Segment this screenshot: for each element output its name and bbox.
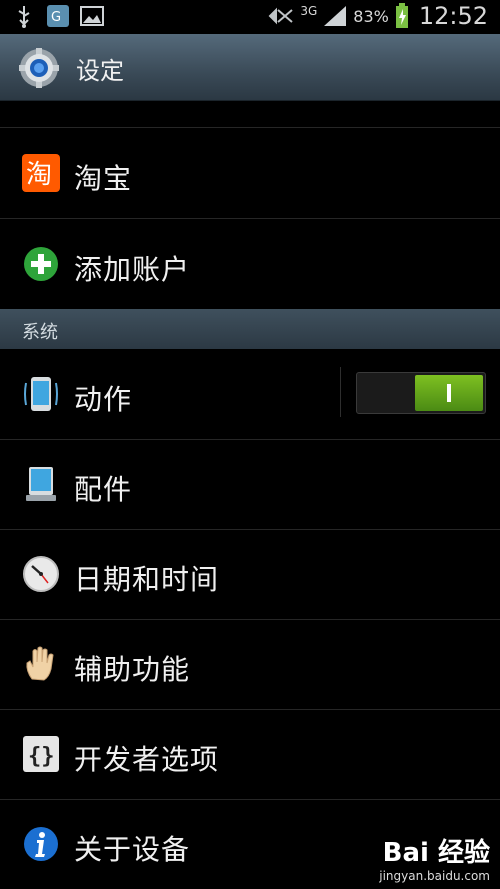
list-item-label: 关于设备 (74, 833, 191, 866)
clock-icon (23, 556, 59, 592)
accessory-icon (26, 467, 56, 501)
baidu-watermark: Bai 经验 jingyan.baidu.com (379, 832, 490, 883)
list-item-label: 配件 (74, 473, 133, 506)
list-item-label: 开发者选项 (74, 743, 220, 776)
motion-toggle[interactable] (356, 372, 486, 414)
title-bar: 设定 (0, 34, 500, 101)
toggle-divider (340, 367, 341, 417)
taobao-icon: 淘 (22, 154, 60, 192)
status-bar: G 3G 83% 12:52 (0, 0, 500, 34)
list-item-motion[interactable]: 动作 (0, 349, 500, 440)
network-type: 3G (300, 4, 318, 18)
braces-icon: {} (23, 736, 59, 772)
svg-text:淘: 淘 (26, 160, 52, 190)
system-status: 3G 83% 12:52 (268, 2, 488, 30)
list-item-label: 日期和时间 (74, 563, 220, 596)
usb-icon (12, 4, 36, 28)
spacer-row (0, 101, 500, 128)
toggle-knob-on (415, 375, 483, 411)
section-header-system: 系统 (0, 309, 500, 349)
phone-motion-icon (24, 377, 58, 411)
list-item-label: 淘宝 (74, 162, 133, 195)
list-item-label: 动作 (74, 383, 133, 416)
list-item-accessibility[interactable]: 辅助功能 (0, 619, 500, 710)
settings-gear-icon[interactable] (18, 47, 60, 89)
mute-icon (268, 7, 293, 25)
list-item-label: 辅助功能 (74, 653, 191, 686)
list-item-taobao[interactable]: 淘 淘宝 (0, 128, 500, 219)
info-icon (24, 827, 58, 861)
app-notification-icon: G (46, 4, 70, 28)
battery-percent: 83% (353, 6, 389, 26)
list-item-developer-options[interactable]: {} 开发者选项 (0, 709, 500, 800)
battery-charging-icon (395, 3, 408, 28)
list-item-date-time[interactable]: 日期和时间 (0, 529, 500, 620)
notification-icons: G (12, 4, 104, 28)
signal-icon (324, 6, 347, 26)
svg-text:{}: {} (28, 744, 55, 769)
page-title: 设定 (76, 57, 124, 85)
clock-time: 12:52 (418, 2, 488, 30)
list-item-accessory[interactable]: 配件 (0, 439, 500, 530)
plus-circle-icon (24, 247, 58, 281)
hand-icon (26, 646, 54, 681)
list-item-label: 添加账户 (74, 253, 191, 286)
watermark-brand: Bai 经验 (382, 838, 490, 868)
svg-text:G: G (51, 10, 61, 25)
image-notification-icon (80, 4, 104, 28)
list-item-add-account[interactable]: 添加账户 (0, 219, 500, 310)
watermark-url: jingyan.baidu.com (379, 869, 490, 883)
section-label: 系统 (22, 322, 58, 343)
